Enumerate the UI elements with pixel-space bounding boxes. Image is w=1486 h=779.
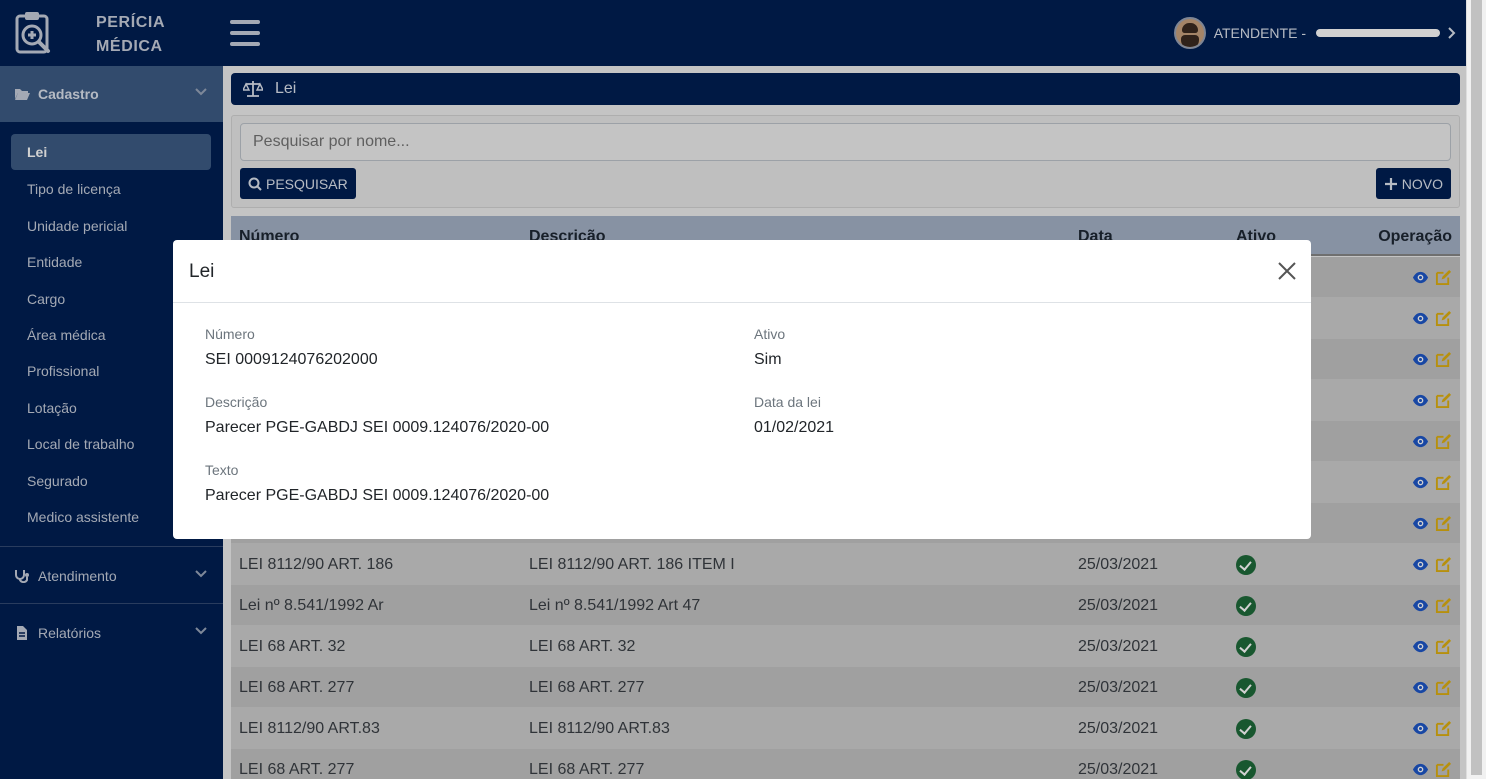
modal-header: Lei [173, 240, 1311, 303]
texto-value: Parecer PGE-GABDJ SEI 0009.124076/2020-0… [205, 487, 550, 504]
page-scrollbar[interactable] [1466, 0, 1486, 779]
law-detail-modal: Lei Número SEI 0009124076202000 Ativo Si… [173, 240, 1311, 539]
numero-value: SEI 0009124076202000 [205, 351, 378, 368]
data-da-lei-value: 01/02/2021 [754, 419, 835, 436]
scrollbar-thumb[interactable] [1471, 0, 1482, 775]
ativo-label: Ativo [754, 326, 786, 342]
ativo-value: Sim [754, 351, 782, 368]
numero-label: Número [205, 326, 255, 342]
close-icon[interactable] [1277, 261, 1297, 281]
descricao-label: Descrição [205, 394, 268, 410]
descricao-value: Parecer PGE-GABDJ SEI 0009.124076/2020-0… [205, 419, 550, 436]
texto-label: Texto [205, 462, 239, 478]
modal-title: Lei [189, 261, 215, 282]
data-da-lei-label: Data da lei [754, 394, 821, 410]
